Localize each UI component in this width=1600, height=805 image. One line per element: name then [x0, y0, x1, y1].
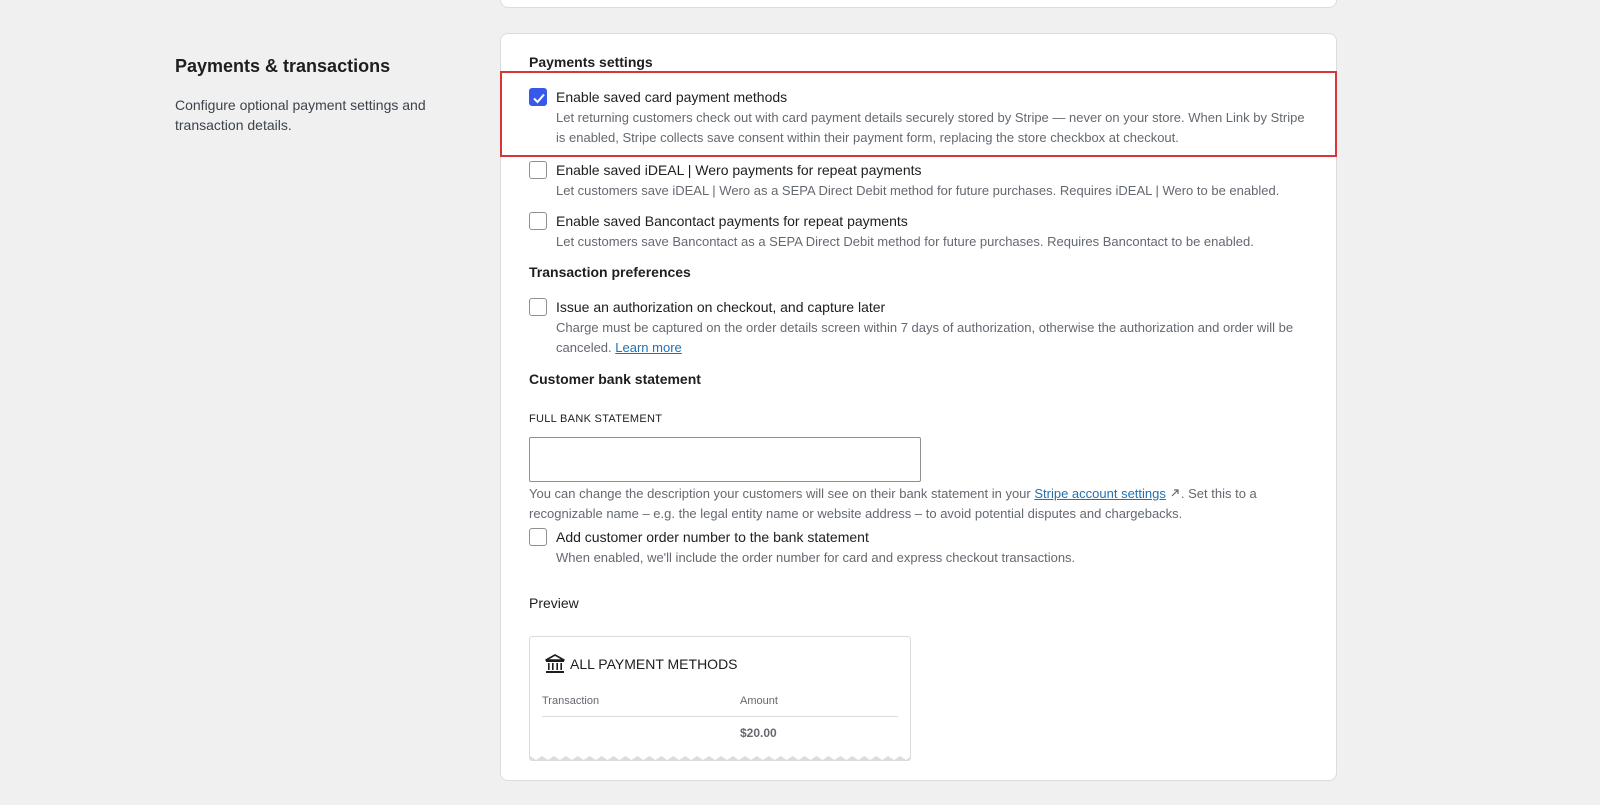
external-link-icon [1171, 489, 1179, 497]
bank-statement-preview: ALL PAYMENT METHODS Transaction Amount $… [529, 636, 911, 761]
payments-settings-heading: Payments settings [529, 54, 653, 70]
preview-col-amount: Amount [740, 695, 778, 707]
stripe-account-settings-link[interactable]: Stripe account settings [1034, 486, 1166, 501]
preview-heading: Preview [529, 595, 579, 611]
authorize-capture-description: Charge must be captured on the order det… [556, 318, 1311, 358]
bank-icon [545, 654, 565, 673]
preview-col-transaction: Transaction [542, 695, 600, 707]
section-description: Configure optional payment settings and … [175, 97, 426, 133]
order-number-description: When enabled, we'll include the order nu… [556, 550, 1076, 565]
receipt-edge [530, 756, 910, 760]
checkmark-icon [533, 93, 545, 104]
help-text-before: You can change the description your cust… [529, 486, 1035, 501]
bank-statement-input[interactable] [529, 437, 921, 482]
transaction-preferences-heading: Transaction preferences [529, 264, 691, 280]
saved-card-label[interactable]: Enable saved card payment methods [556, 86, 787, 108]
preview-title: ALL PAYMENT METHODS [570, 656, 738, 672]
saved-bancontact-description: Let customers save Bancontact as a SEPA … [556, 234, 1254, 249]
preview-amount: $20.00 [740, 726, 777, 740]
order-number-label[interactable]: Add customer order number to the bank st… [556, 526, 869, 548]
payments-settings-card: Payments settings Enable saved card paym… [500, 33, 1337, 781]
previous-settings-card [500, 0, 1337, 8]
authorize-capture-label[interactable]: Issue an authorization on checkout, and … [556, 296, 885, 318]
saved-ideal-checkbox[interactable] [529, 161, 547, 179]
learn-more-link[interactable]: Learn more [615, 340, 681, 355]
bank-statement-heading: Customer bank statement [529, 371, 701, 387]
saved-card-description: Let returning customers check out with c… [556, 110, 1305, 145]
section-title: Payments & transactions [175, 56, 391, 76]
saved-card-checkbox[interactable] [529, 88, 547, 106]
bank-statement-field-label: FULL BANK STATEMENT [529, 413, 663, 425]
section-info: Payments & transactions Configure option… [175, 54, 475, 135]
saved-bancontact-label[interactable]: Enable saved Bancontact payments for rep… [556, 210, 908, 232]
bank-statement-help: You can change the description your cust… [529, 484, 1319, 524]
preview-header: ALL PAYMENT METHODS [544, 653, 738, 675]
saved-ideal-description: Let customers save iDEAL | Wero as a SEP… [556, 183, 1280, 198]
saved-ideal-label[interactable]: Enable saved iDEAL | Wero payments for r… [556, 159, 922, 181]
order-number-checkbox[interactable] [529, 528, 547, 546]
authorize-capture-checkbox[interactable] [529, 298, 547, 316]
preview-divider [542, 716, 898, 717]
saved-bancontact-checkbox[interactable] [529, 212, 547, 230]
